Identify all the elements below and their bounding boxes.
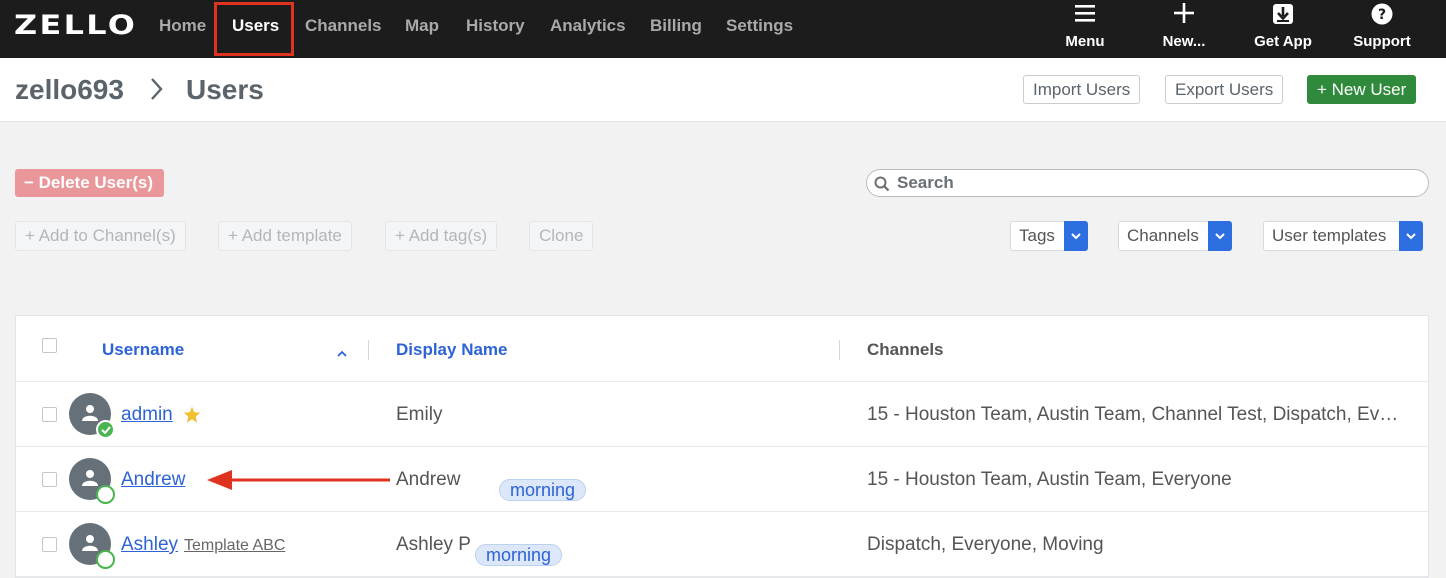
chevron-down-icon: [1064, 221, 1088, 251]
nav-new-button[interactable]: New...: [1156, 3, 1212, 55]
user-tag[interactable]: morning: [499, 479, 587, 501]
user-channels: 15 - Houston Team, Austin Team, Channel …: [867, 404, 1407, 425]
chevron-down-icon: [1399, 221, 1423, 251]
display-name: Emily: [396, 404, 443, 425]
nav-link-settings[interactable]: Settings: [726, 0, 793, 54]
add-tags-button[interactable]: + Add tag(s): [385, 221, 498, 251]
star-icon: [183, 406, 201, 428]
channels-filter-dropdown[interactable]: Channels: [1118, 221, 1232, 251]
offline-status-icon: [96, 550, 115, 569]
offline-status-icon: [96, 485, 115, 504]
nav-support-button[interactable]: ? Support: [1348, 3, 1416, 55]
tags-filter-label: Tags: [1019, 226, 1055, 245]
plus-icon: [1156, 3, 1212, 27]
users-table: Username Display Name Channels admin Emi…: [15, 315, 1429, 578]
nav-new-label: New...: [1162, 33, 1206, 50]
table-row[interactable]: Ashley Template ABC Ashley P morning Dis…: [16, 512, 1428, 577]
user-template-link[interactable]: Template ABC: [184, 537, 285, 555]
tags-filter-dropdown[interactable]: Tags: [1010, 221, 1088, 251]
user-templates-filter-label: User templates: [1272, 226, 1387, 245]
breadcrumb-org[interactable]: zello693: [15, 74, 124, 106]
table-header: Username Display Name Channels: [16, 316, 1428, 382]
column-divider[interactable]: [839, 340, 840, 360]
column-header-display-name[interactable]: Display Name: [396, 340, 508, 360]
row-checkbox[interactable]: [42, 537, 57, 552]
nav-get-app-label: Get App: [1254, 33, 1312, 50]
sort-ascending-icon[interactable]: [337, 344, 347, 362]
chevron-right-icon: [146, 76, 168, 102]
svg-text:?: ?: [1378, 7, 1386, 23]
nav-support-label: Support: [1353, 33, 1411, 50]
download-icon: [1250, 3, 1316, 27]
nav-menu-button[interactable]: Menu: [1059, 3, 1111, 55]
nav-link-analytics[interactable]: Analytics: [550, 0, 626, 54]
username-link[interactable]: Ashley: [121, 534, 178, 556]
nav-link-channels[interactable]: Channels: [305, 0, 382, 54]
column-divider[interactable]: [368, 340, 369, 360]
search-box: [866, 169, 1429, 197]
row-checkbox[interactable]: [42, 407, 57, 422]
display-name: Andrew: [396, 469, 461, 490]
users-highlight-box: [214, 2, 294, 56]
new-user-button[interactable]: + New User: [1307, 75, 1417, 104]
nav-link-home[interactable]: Home: [159, 0, 206, 54]
add-template-button[interactable]: + Add template: [218, 221, 352, 251]
column-header-channels: Channels: [867, 340, 944, 359]
select-all-checkbox[interactable]: [42, 338, 57, 353]
hamburger-icon: [1059, 3, 1111, 27]
table-row[interactable]: Andrew Andrew morning 15 - Houston Team,…: [16, 447, 1428, 512]
import-users-button[interactable]: Import Users: [1023, 75, 1141, 104]
export-users-button[interactable]: Export Users: [1165, 75, 1284, 104]
search-input[interactable]: [897, 172, 1417, 194]
username-link[interactable]: Andrew: [121, 469, 185, 491]
user-channels: 15 - Houston Team, Austin Team, Everyone: [867, 469, 1232, 490]
username-link[interactable]: admin: [121, 404, 173, 426]
channels-filter-label: Channels: [1127, 226, 1199, 245]
help-icon: ?: [1348, 3, 1416, 27]
add-to-channels-button[interactable]: + Add to Channel(s): [15, 221, 186, 251]
chevron-down-icon: [1208, 221, 1232, 251]
zello-logo[interactable]: ZELLO: [14, 12, 137, 39]
user-tag[interactable]: morning: [475, 544, 563, 566]
search-icon: [874, 176, 890, 192]
nav-link-billing[interactable]: Billing: [650, 0, 702, 54]
column-header-username[interactable]: Username: [102, 340, 184, 360]
delete-users-button[interactable]: − Delete User(s): [15, 169, 164, 197]
nav-link-map[interactable]: Map: [405, 0, 439, 54]
row-checkbox[interactable]: [42, 472, 57, 487]
user-templates-filter-dropdown[interactable]: User templates: [1263, 221, 1423, 251]
top-nav-bar: ZELLO Home Users Channels Map History An…: [0, 0, 1446, 58]
nav-get-app-button[interactable]: Get App: [1250, 3, 1316, 55]
page-title: Users: [186, 74, 264, 105]
clone-button[interactable]: Clone: [529, 221, 594, 251]
nav-link-history[interactable]: History: [466, 0, 525, 54]
user-channels: Dispatch, Everyone, Moving: [867, 534, 1104, 555]
online-status-icon: [96, 420, 115, 439]
page-header: zello693 Users Import Users Export Users…: [0, 58, 1446, 122]
nav-menu-label: Menu: [1065, 33, 1105, 50]
table-row[interactable]: admin Emily 15 - Houston Team, Austin Te…: [16, 382, 1428, 447]
display-name: Ashley P: [396, 534, 471, 555]
